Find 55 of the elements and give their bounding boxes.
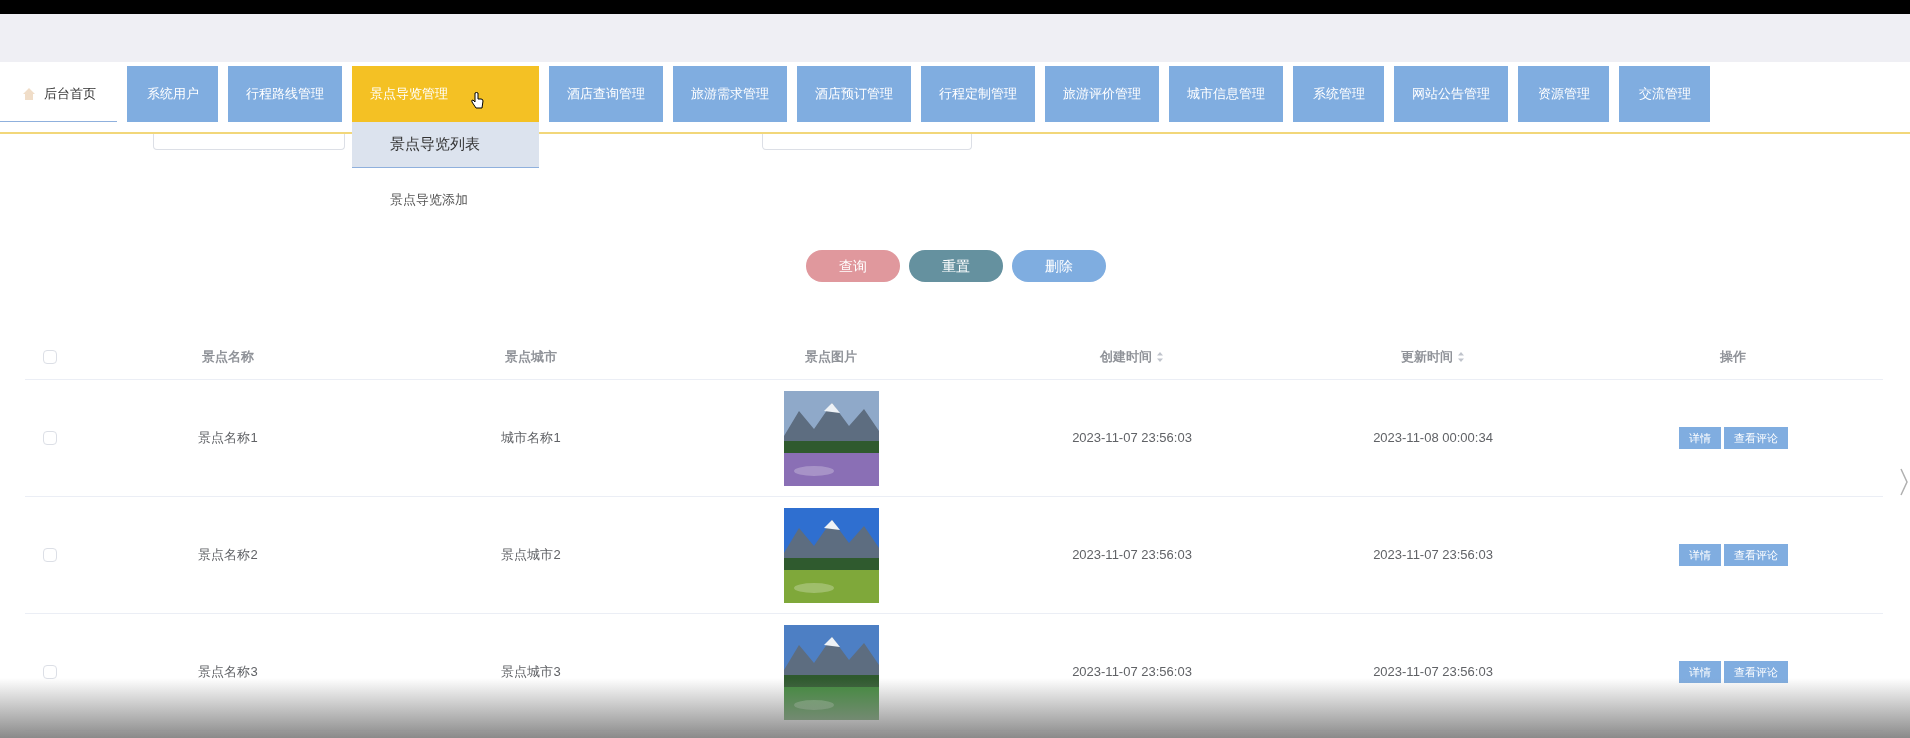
- select-field[interactable]: [762, 132, 972, 150]
- table-cell-text: 2023-11-07 23:56:03: [1373, 663, 1493, 682]
- nav-tab[interactable]: 城市信息管理: [1169, 66, 1283, 122]
- home-tab[interactable]: 后台首页: [0, 66, 117, 122]
- nav-tab[interactable]: 酒店预订管理: [797, 66, 911, 122]
- nav-tab[interactable]: 旅游评价管理: [1045, 66, 1159, 122]
- nav-tab[interactable]: 交流管理: [1619, 66, 1710, 122]
- nav-tab[interactable]: 资源管理: [1518, 66, 1609, 122]
- dropdown-item[interactable]: 景点导览列表: [352, 122, 539, 168]
- chevron-right-icon[interactable]: [1900, 468, 1908, 496]
- table-cell-text: 城市名称1: [501, 429, 561, 448]
- table-cell-text: 2023-11-08 00:00:34: [1373, 429, 1493, 448]
- column-header: 创建时间: [1100, 347, 1152, 366]
- nav-tab[interactable]: 行程定制管理: [921, 66, 1035, 122]
- column-header: 景点名称: [202, 347, 254, 366]
- nav-tab[interactable]: 系统用户: [127, 66, 218, 122]
- checkbox[interactable]: [43, 665, 57, 679]
- table-cell-text: 景点名称2: [198, 546, 258, 565]
- column-header: 更新时间: [1401, 347, 1453, 366]
- row-button[interactable]: 查看评论: [1723, 661, 1788, 683]
- table-cell-text: 2023-11-07 23:56:03: [1072, 429, 1192, 448]
- home-label: 后台首页: [43, 84, 96, 103]
- checkbox[interactable]: [43, 548, 57, 562]
- table-cell-text: 景点名称1: [198, 429, 258, 448]
- table-cell-text: 景点城市2: [501, 546, 561, 565]
- row-button[interactable]: 详情: [1678, 544, 1721, 566]
- checkbox[interactable]: [43, 431, 57, 445]
- nav-tab[interactable]: 网站公告管理: [1394, 66, 1508, 122]
- table-cell-text: 2023-11-07 23:56:03: [1072, 546, 1192, 565]
- row-button[interactable]: 详情: [1678, 427, 1721, 449]
- house-icon: [21, 86, 36, 101]
- input-field[interactable]: [153, 132, 345, 150]
- dropdown-item[interactable]: 景点导览添加: [352, 168, 539, 228]
- nav-tab[interactable]: 行程路线管理: [228, 66, 342, 122]
- column-header: 操作: [1720, 347, 1746, 366]
- row-button[interactable]: 查看评论: [1723, 544, 1788, 566]
- nav-tab[interactable]: 系统管理: [1293, 66, 1384, 122]
- sort-icon[interactable]: [1457, 350, 1465, 363]
- table-cell-text: 2023-11-07 23:56:03: [1072, 663, 1192, 682]
- nav-tab[interactable]: 景点导览管理: [352, 66, 539, 122]
- sort-icon[interactable]: [1156, 350, 1164, 363]
- column-header: 景点城市: [505, 347, 557, 366]
- nav-tab[interactable]: 酒店查询管理: [549, 66, 663, 122]
- action-button[interactable]: 重置: [909, 250, 1003, 282]
- checkbox[interactable]: [43, 349, 57, 364]
- action-button[interactable]: 查询: [806, 250, 900, 282]
- table-cell-text: 2023-11-07 23:56:03: [1373, 546, 1493, 565]
- column-header: 景点图片: [805, 347, 857, 366]
- table-cell-text: 景点城市3: [501, 663, 561, 682]
- action-button[interactable]: 删除: [1012, 250, 1106, 282]
- row-button[interactable]: 详情: [1678, 661, 1721, 683]
- nav-tab[interactable]: 旅游需求管理: [673, 66, 787, 122]
- table-cell-text: 景点名称3: [198, 663, 258, 682]
- hand-cursor-icon: [470, 92, 484, 110]
- row-button[interactable]: 查看评论: [1723, 427, 1788, 449]
